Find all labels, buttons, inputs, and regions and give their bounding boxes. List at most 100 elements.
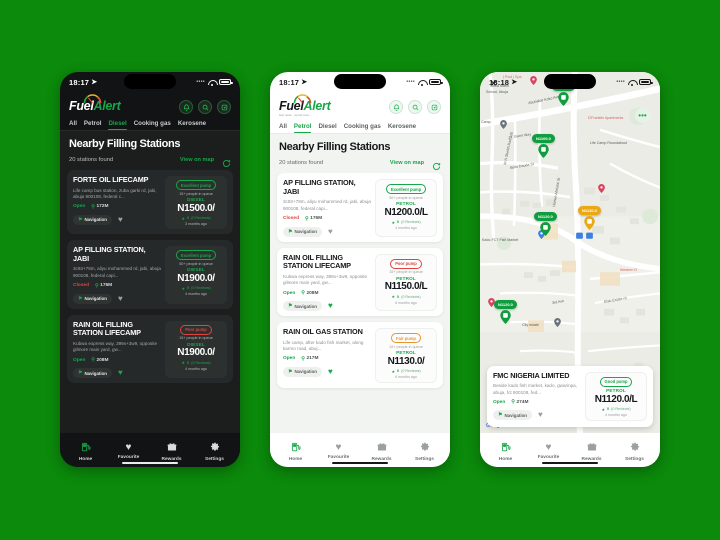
nav-label-favourite: Favourite <box>537 455 560 460</box>
map-price-pin[interactable]: N1100.0 <box>532 134 555 158</box>
refresh-icon[interactable] <box>432 158 441 170</box>
bottom-navigation: Home ♥ Favourite Rewards Settings <box>270 433 450 467</box>
nav-item-settings[interactable]: Settings <box>613 442 656 462</box>
station-actions: ⚑ Navigation ♥ <box>283 301 371 312</box>
nav-item-home[interactable]: Home <box>484 442 527 462</box>
pump-quality-badge: Poor pump <box>180 324 212 335</box>
navigation-button[interactable]: ⚑ Navigation <box>73 368 112 379</box>
signal-dots-icon: •••• <box>616 79 625 85</box>
nav-item-favourite[interactable]: ♥ Favourite <box>317 443 360 461</box>
tab-cooking-gas[interactable]: Cooking gas <box>134 120 171 130</box>
station-info: FORTE OIL LIFECAMP Life camp bus station… <box>73 175 161 229</box>
search-icon[interactable] <box>408 100 422 114</box>
tab-all[interactable]: All <box>279 123 287 133</box>
wifi-icon <box>208 79 218 86</box>
favourite-heart-icon[interactable]: ♥ <box>118 369 123 377</box>
location-pin-icon: ⚲ <box>95 282 99 289</box>
navigation-button[interactable]: ⚑ Navigation <box>73 214 112 225</box>
notification-bell-icon[interactable] <box>389 100 403 114</box>
search-icon[interactable] <box>198 100 212 114</box>
nav-item-home[interactable]: Home <box>274 442 317 462</box>
nav-item-rewards[interactable]: Rewards <box>150 442 193 462</box>
station-actions: ⚑ Navigation ♥ <box>73 214 161 225</box>
nav-item-favourite[interactable]: ♥ Favourite <box>527 442 570 461</box>
map-view[interactable]: ✕ ••• | Pool | Spa Stella Maris School, … <box>480 72 660 433</box>
selected-station-card[interactable]: FMC NIGERIA LIMITED Beside kado fish mar… <box>487 365 653 427</box>
nav-item-rewards[interactable]: Rewards <box>570 442 613 462</box>
status-time: 18:18 <box>489 77 510 87</box>
nav-item-rewards[interactable]: Rewards <box>360 442 403 462</box>
poi-marker-icon[interactable] <box>576 232 583 241</box>
heart-icon: ♥ <box>545 442 552 453</box>
phone-mockup-dark: 18:17 ➤ •••• FuelAlert All Petrol Diesel… <box>60 72 240 467</box>
tab-kerosene[interactable]: Kerosene <box>178 120 206 130</box>
fuel-pump-icon <box>501 442 511 455</box>
station-card[interactable]: RAIN OIL FILLING STATION LIFECAMP Kubwa … <box>277 247 443 317</box>
nav-item-home[interactable]: Home <box>64 442 107 462</box>
nav-item-favourite[interactable]: ♥ Favourite <box>107 443 150 461</box>
status-badge: Closed <box>73 283 89 289</box>
nav-item-settings[interactable]: Settings <box>403 442 446 462</box>
pump-quality-badge: Excellent pump <box>385 184 427 194</box>
station-card[interactable]: RAIN OIL FILLING STATION LIFECAMP Kubwa … <box>67 314 233 384</box>
last-updated: 4 months ago <box>185 366 207 371</box>
rating-group: ★ 0 (0 Reviews) <box>391 369 420 374</box>
station-card[interactable]: AP FILLING STATION, JABI 3c93+78m, aliyu… <box>67 240 233 309</box>
nav-label-home: Home <box>498 456 513 462</box>
map-price-pin[interactable]: N1130.0 <box>578 206 601 230</box>
header-icon-group <box>179 95 231 114</box>
status-time: 18:17 <box>279 77 300 87</box>
navigation-button[interactable]: ⚑ Navigation <box>73 293 112 304</box>
poi-marker-icon[interactable] <box>586 232 593 241</box>
section-subrow: 20 stations found View on map <box>69 155 231 170</box>
navigation-button[interactable]: ⚑ Navigation <box>283 366 322 377</box>
map-bookmark-icon[interactable] <box>217 100 231 114</box>
station-meta: Open ⚲ 208M <box>73 357 161 363</box>
favourite-heart-icon[interactable]: ♥ <box>328 302 333 310</box>
tab-diesel[interactable]: Diesel <box>108 120 127 130</box>
rating-value: 0 <box>607 407 610 411</box>
station-card[interactable]: FORTE OIL LIFECAMP Life camp bus station… <box>67 170 233 234</box>
nav-item-settings[interactable]: Settings <box>193 442 236 462</box>
favourite-heart-icon[interactable]: ♥ <box>118 215 123 224</box>
favourite-heart-icon[interactable]: ♥ <box>328 367 333 376</box>
tab-petrol[interactable]: Petrol <box>293 123 311 133</box>
home-indicator <box>542 461 598 464</box>
station-info: RAIN OIL FILLING STATION LIFECAMP Kubwa … <box>283 253 371 312</box>
tab-all[interactable]: All <box>69 120 77 130</box>
navigation-button[interactable]: ⚑ Navigation <box>493 410 532 421</box>
poi-marker-icon[interactable] <box>554 318 561 327</box>
tab-kerosene[interactable]: Kerosene <box>388 123 416 133</box>
pump-quality-badge: Fair pump <box>391 333 421 344</box>
station-marker-icon <box>584 215 595 230</box>
station-list[interactable]: FORTE OIL LIFECAMP Life camp bus station… <box>60 170 240 433</box>
map-price-pin[interactable]: N1120.0 <box>534 212 557 236</box>
map-bookmark-icon[interactable] <box>427 100 441 114</box>
tab-diesel[interactable]: Diesel <box>318 123 336 133</box>
map-price-pin[interactable]: N1120.0 <box>494 300 517 324</box>
favourite-heart-icon[interactable]: ♥ <box>328 227 333 236</box>
map-more-options-icon[interactable]: ••• <box>635 108 650 123</box>
favourite-heart-icon[interactable]: ♥ <box>118 294 123 303</box>
station-list[interactable]: AP FILLING STATION, JABI 3c93+78m, aliyu… <box>270 173 450 433</box>
favourite-heart-icon[interactable]: ♥ <box>538 411 543 419</box>
navigation-button[interactable]: ⚑ Navigation <box>283 301 322 312</box>
station-card[interactable]: AP FILLING STATION, JABI 3c93+78m, aliyu… <box>277 173 443 242</box>
station-actions: ⚑ Navigation ♥ <box>493 410 581 421</box>
notification-bell-icon[interactable] <box>179 100 193 114</box>
refresh-icon[interactable] <box>222 155 231 167</box>
station-card[interactable]: RAIN OIL GAS STATION Life camp, after ka… <box>277 322 443 389</box>
poi-marker-icon[interactable] <box>500 120 507 129</box>
nav-label-favourite: Favourite <box>327 455 350 460</box>
navigation-button[interactable]: ⚑ Navigation <box>283 226 322 237</box>
status-badge: Open <box>73 357 86 363</box>
station-meta: Closed ⚲ 176M <box>283 216 371 222</box>
tab-petrol[interactable]: Petrol <box>84 120 102 130</box>
view-on-map-button[interactable]: View on map <box>180 157 214 163</box>
rating-group: ★ 0 (0 Reviews) <box>391 294 420 299</box>
view-on-map-button[interactable]: View on map <box>390 160 424 166</box>
star-icon: ★ <box>181 360 186 366</box>
poi-marker-icon[interactable] <box>598 184 605 193</box>
tab-cooking-gas[interactable]: Cooking gas <box>344 123 381 133</box>
queue-text: 50+ people in queue <box>179 261 213 266</box>
